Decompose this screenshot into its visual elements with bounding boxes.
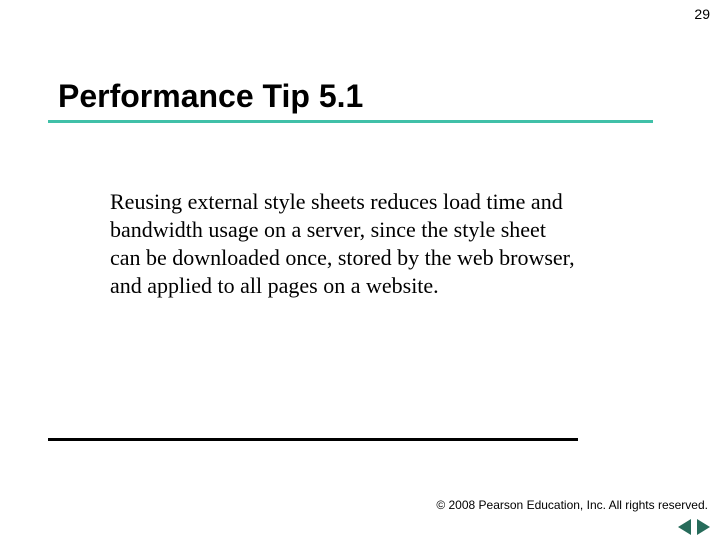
slide: 29 Performance Tip 5.1 Reusing external …: [0, 0, 720, 540]
triangle-right-icon[interactable]: [697, 519, 710, 535]
slide-title: Performance Tip 5.1: [58, 78, 363, 115]
nav-arrows: [678, 518, 710, 536]
title-underline: [48, 120, 653, 123]
triangle-left-icon[interactable]: [678, 519, 691, 535]
bottom-divider: [48, 438, 578, 441]
copyright-text: © 2008 Pearson Education, Inc. All right…: [436, 498, 708, 512]
page-number: 29: [694, 6, 710, 22]
body-text: Reusing external style sheets reduces lo…: [110, 188, 580, 301]
